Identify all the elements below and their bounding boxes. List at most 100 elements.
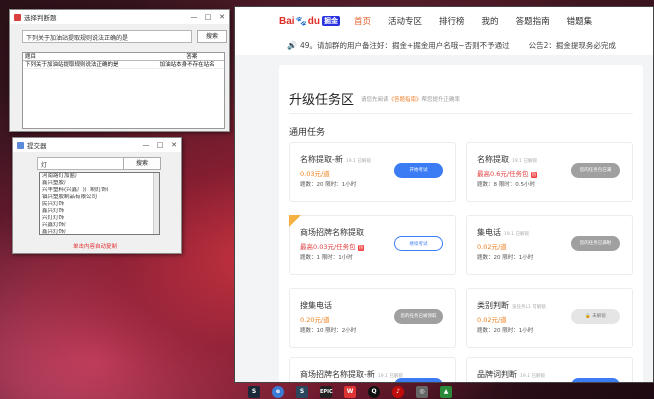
- search-button[interactable]: 搜索: [123, 157, 161, 170]
- window-title: 提交器: [27, 142, 47, 150]
- task-card[interactable]: 集电话 19.1 已解锁 0.02元/道 题数：20 限时：1小时 您的任务已满啦: [466, 215, 633, 275]
- list-item[interactable]: 鑫兴灯饰厂: [40, 229, 159, 236]
- task-action-button[interactable]: 您的任务包已满: [571, 163, 620, 178]
- window-titlebar: 提交器 — □ ✕: [13, 138, 181, 152]
- task-name: 集电话 19.1 已解锁: [477, 228, 529, 237]
- task-action-button[interactable]: 开始考试: [394, 163, 443, 178]
- paw-icon: 🐾: [295, 15, 307, 26]
- task-action-button[interactable]: 开始考试: [394, 378, 443, 382]
- game-icon[interactable]: ▲: [440, 385, 452, 398]
- scrollbar[interactable]: [153, 173, 159, 234]
- task-card[interactable]: 商场招牌名称提取-新19.1 已解锁0.03元/道开始考试: [289, 357, 456, 382]
- task-info: 题数：1 限时：1小时: [300, 255, 353, 261]
- company-lookup-window: 提交器 — □ ✕ 灯 搜索 河南路灯加盐厂 鑫兴塑胶厂 兴丰塑料(兴鑫厂)厂制…: [12, 137, 182, 254]
- nav-ranking[interactable]: 排行榜: [439, 15, 465, 27]
- notice-bar: 🔊 49。请加群的用户备注好：掘金+掘金用户名哦~否则不予通过 公告2：掘金提现…: [235, 35, 653, 55]
- task-unlock-status: 19.1 已解锁: [512, 159, 537, 164]
- top-navigation: Bai 🐾 du 掘金 首页 活动专区 排行榜 我的 答题指南 错题集: [235, 7, 653, 35]
- task-card[interactable]: 商场招牌名称提取 最高0.03元/任务包 热题数：1 限时：1小时 继续考试: [289, 215, 456, 275]
- task-price: 0.02元/道: [477, 243, 507, 251]
- task-name: 类别判断 该任务L1 可解锁: [477, 301, 546, 310]
- list-item[interactable]: 民兴灯饰: [40, 201, 159, 208]
- task-card[interactable]: 名称提取 19.1 已解锁 最高0.6元/任务包 热题数：8 限时：0.5小时 您的任…: [466, 142, 633, 202]
- task-info: 题数：20 限时：1小时: [477, 328, 534, 334]
- list-item[interactable]: 兴鑫灯饰厂: [40, 222, 159, 229]
- app-icon: [17, 141, 24, 149]
- logo-text: du: [307, 15, 320, 27]
- task-name: 商场招牌名称提取-新 19.1 已解锁: [300, 370, 403, 379]
- close-icon[interactable]: ✕: [167, 141, 181, 149]
- divider: [289, 113, 633, 114]
- keyword-input[interactable]: 灯: [37, 157, 124, 170]
- table-row[interactable]: 下列关于加油站提取规则说法正确的是 加油站本身不存在站名: [23, 61, 224, 69]
- hot-badge: 热: [357, 245, 365, 251]
- list-item[interactable]: 兴灯灯饰: [40, 215, 159, 222]
- notice-text: 公告2：掘金提现务必完成: [528, 40, 616, 50]
- list-item[interactable]: 鑫兴灯饰: [40, 208, 159, 215]
- column-header: 题目: [25, 54, 37, 60]
- wps-icon[interactable]: W: [344, 385, 356, 398]
- taskbar: S e S EPIC W Q ♪ ◎ ▲: [234, 384, 654, 399]
- app-icon: [14, 13, 21, 21]
- result-list[interactable]: 河南路灯加盐厂 鑫兴塑胶厂 兴丰塑料(兴鑫厂)厂制灯饰厂 镇兴塑胶制品有限公司 …: [39, 172, 160, 235]
- browser-icon[interactable]: e: [272, 385, 284, 398]
- music-icon[interactable]: ♪: [392, 385, 404, 398]
- steam-icon[interactable]: S: [248, 385, 260, 398]
- task-unlock-status: 19.1 已解锁: [504, 232, 529, 237]
- app-icon[interactable]: ◎: [416, 385, 428, 398]
- task-name: 名称提取-新 19.1 已解锁: [300, 155, 371, 164]
- task-price: 最高0.6元/任务包 热: [477, 170, 538, 178]
- task-card[interactable]: 类别判断 该任务L1 可解锁 0.02元/道 题数：20 限时：1小时 🔒 未解锁: [466, 288, 633, 348]
- steam-alt-icon[interactable]: S: [296, 385, 308, 398]
- task-card[interactable]: 名称提取-新 19.1 已解锁 0.03元/道 题数：20 限时：1小时 开始考试: [289, 142, 456, 202]
- task-price: 最高0.03元/任务包 热: [300, 243, 365, 251]
- task-action-button[interactable]: 您的任务已被领取: [394, 309, 443, 324]
- minimize-icon[interactable]: —: [187, 13, 201, 21]
- hot-badge: 热: [530, 172, 538, 178]
- page-title: 升级任务区: [289, 93, 355, 108]
- nav-activity[interactable]: 活动专区: [388, 15, 422, 27]
- search-button[interactable]: 搜索: [197, 30, 227, 43]
- minimize-icon[interactable]: —: [139, 141, 153, 149]
- task-price: 0.20元/道: [300, 316, 330, 324]
- task-action-button[interactable]: 继续考试: [394, 236, 443, 251]
- task-name: 品牌词判断 19.1 已解锁: [477, 370, 545, 379]
- copy-hint: 单击内容自动复制: [73, 244, 118, 250]
- task-price: 0.03元/道: [300, 170, 330, 178]
- question-input[interactable]: 下列关于加油站提取规则说法正确的是: [22, 30, 192, 43]
- guide-link[interactable]: 《答题指南》: [389, 97, 422, 103]
- maximize-icon[interactable]: □: [153, 141, 167, 149]
- task-action-button[interactable]: 开始考试: [571, 378, 620, 382]
- task-unlock-status: 该任务L1 可解锁: [512, 305, 546, 310]
- nav-guide[interactable]: 答题指南: [516, 15, 550, 27]
- answer-table[interactable]: 题目 答案 下列关于加油站提取规则说法正确的是 加油站本身不存在站名: [22, 52, 225, 129]
- task-action-button[interactable]: 您的任务已满啦: [571, 236, 620, 251]
- nav-home[interactable]: 首页: [354, 15, 371, 27]
- baidu-logo[interactable]: Bai 🐾 du 掘金: [279, 16, 340, 27]
- nav-mistakes[interactable]: 错题集: [567, 15, 593, 27]
- column-header: 答案: [186, 54, 198, 60]
- speaker-icon: 🔊: [287, 40, 297, 50]
- task-name: 名称提取 19.1 已解锁: [477, 155, 537, 164]
- nav-mine[interactable]: 我的: [482, 15, 499, 27]
- list-item[interactable]: 河南路灯加盐厂: [40, 173, 159, 180]
- qq-icon[interactable]: Q: [368, 385, 380, 398]
- table-cell: 加油站本身不存在站名: [159, 62, 215, 68]
- task-name: 搜集电话: [300, 301, 332, 310]
- task-info: 题数：10 限时：2小时: [300, 328, 357, 334]
- window-titlebar: 选择判断题 — □ ✕: [10, 10, 229, 24]
- logo-badge: 掘金: [322, 16, 340, 26]
- list-item[interactable]: 镇兴塑胶制品有限公司: [40, 194, 159, 201]
- question-search-window: 选择判断题 — □ ✕ 下列关于加油站提取规则说法正确的是 搜索 题目 答案 下…: [9, 9, 230, 132]
- task-unlock-status: 19.1 已解锁: [345, 159, 371, 164]
- task-card[interactable]: 搜集电话 0.20元/道题数：10 限时：2小时 您的任务已被领取: [289, 288, 456, 348]
- featured-ribbon: [289, 215, 301, 227]
- list-item[interactable]: 兴丰塑料(兴鑫厂)厂制灯饰厂: [40, 187, 159, 194]
- close-icon[interactable]: ✕: [215, 13, 229, 21]
- task-action-button[interactable]: 🔒 未解锁: [571, 309, 620, 324]
- list-item[interactable]: 鑫兴塑胶厂: [40, 180, 159, 187]
- task-card[interactable]: 品牌词判断19.1 已解锁0.07元/道开始考试: [466, 357, 633, 382]
- epic-icon[interactable]: EPIC: [320, 385, 333, 398]
- maximize-icon[interactable]: □: [201, 13, 215, 21]
- browser-window: Bai 🐾 du 掘金 首页 活动专区 排行榜 我的 答题指南 错题集 🔊 49。请…: [234, 6, 654, 383]
